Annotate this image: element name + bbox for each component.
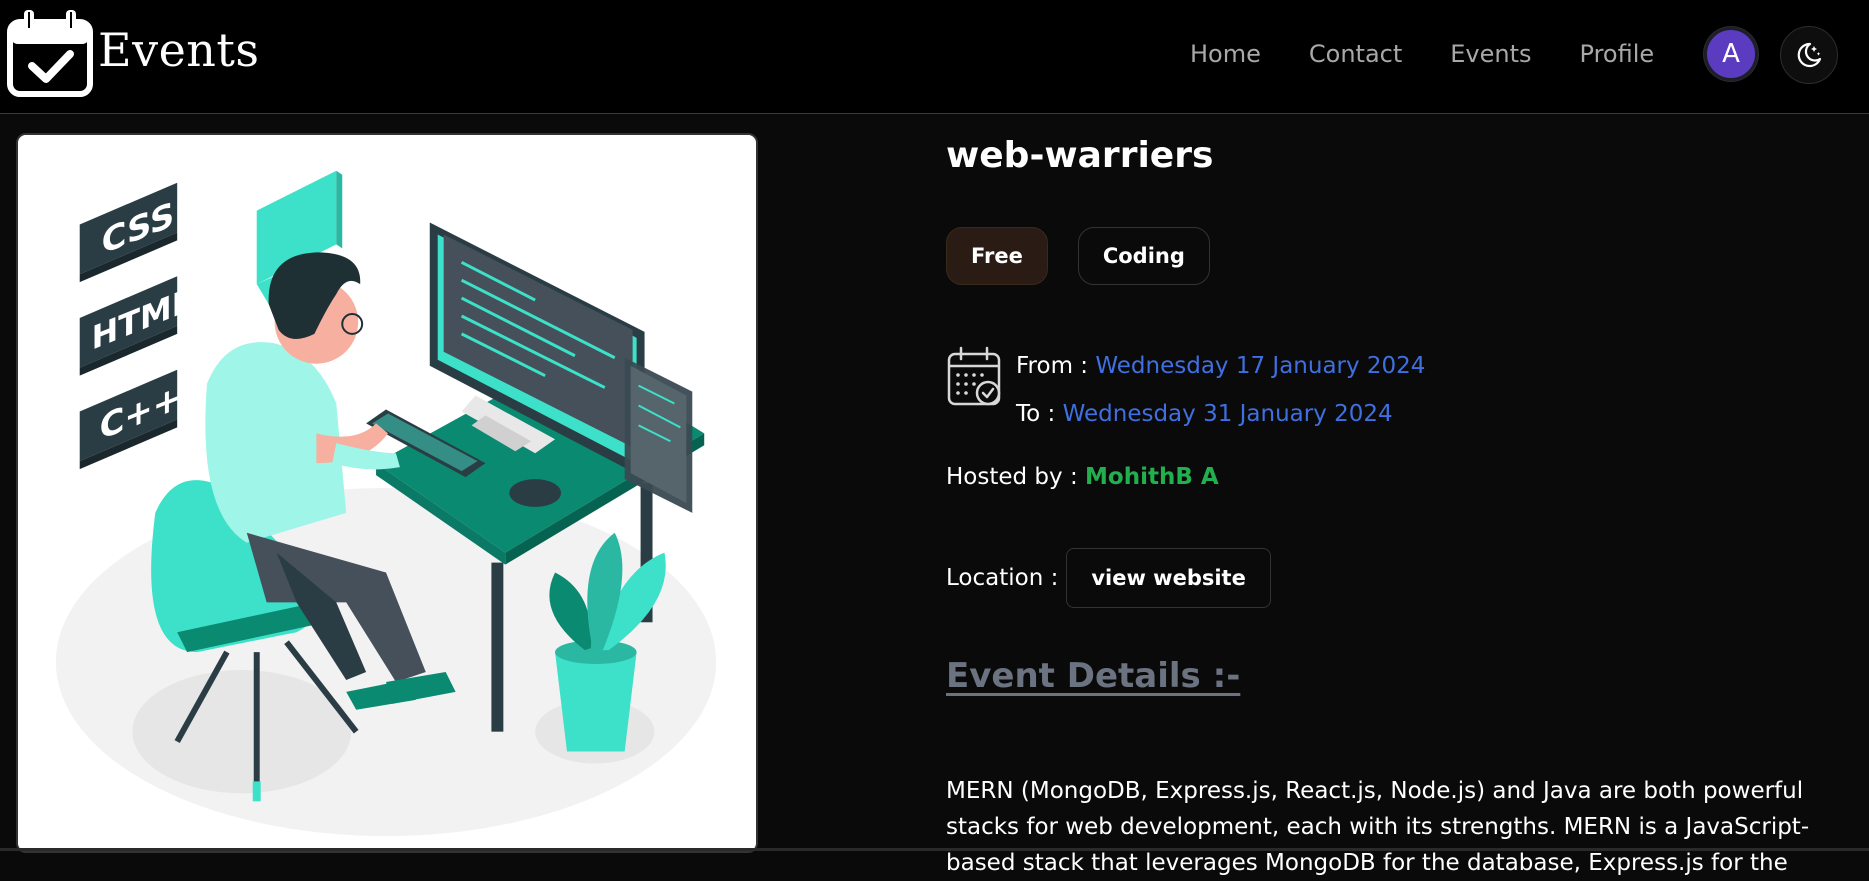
host-name[interactable]: MohithB A: [1085, 464, 1219, 490]
navbar: Events Home Contact Events Profile A: [0, 0, 1869, 114]
hosted-label: Hosted by :: [946, 464, 1078, 490]
event-title: web-warriers: [946, 135, 1214, 176]
nav-links: Home Contact Events Profile: [1190, 34, 1702, 74]
date-from: From : Wednesday 17 January 2024: [1016, 342, 1425, 390]
event-image-card: CSS HTML C++ </>: [16, 133, 758, 853]
event-details-panel: web-warriers Free Coding From : Wednesda…: [946, 124, 1826, 876]
brand-logo[interactable]: Events: [6, 8, 260, 98]
event-tags: Free Coding: [946, 227, 1240, 285]
brand-title: Events: [98, 23, 260, 77]
calendar-check-icon: [7, 10, 93, 97]
event-details-heading: Event Details :-: [946, 656, 1241, 696]
to-date: Wednesday 31 January 2024: [1062, 401, 1393, 427]
tag-coding[interactable]: Coding: [1077, 227, 1210, 285]
date-to: To : Wednesday 31 January 2024: [1016, 390, 1425, 438]
location-label: Location :: [946, 565, 1059, 591]
to-label: To :: [1016, 401, 1056, 427]
event-description: MERN (MongoDB, Express.js, React.js, Nod…: [946, 778, 1810, 876]
moon-stars-icon: [1797, 42, 1822, 68]
from-date: Wednesday 17 January 2024: [1095, 353, 1426, 379]
avatar[interactable]: A: [1704, 27, 1758, 81]
from-label: From :: [1016, 353, 1089, 379]
theme-toggle-button[interactable]: [1780, 26, 1838, 84]
event-dates: From : Wednesday 17 January 2024 To : We…: [946, 342, 1425, 438]
tag-free[interactable]: Free: [946, 227, 1048, 285]
view-website-button[interactable]: view website: [1066, 548, 1271, 608]
hosted-by: Hosted by : MohithB A: [946, 464, 1219, 490]
nav-contact[interactable]: Contact: [1309, 34, 1402, 74]
nav-profile[interactable]: Profile: [1580, 34, 1655, 74]
developer-illustration: CSS HTML C++ </>: [18, 135, 756, 851]
nav-home[interactable]: Home: [1190, 34, 1261, 74]
date-lines: From : Wednesday 17 January 2024 To : We…: [1016, 342, 1425, 438]
nav-events[interactable]: Events: [1450, 34, 1531, 74]
calendar-clock-icon: [947, 346, 1001, 406]
location-row: Location : view website: [946, 548, 1271, 608]
